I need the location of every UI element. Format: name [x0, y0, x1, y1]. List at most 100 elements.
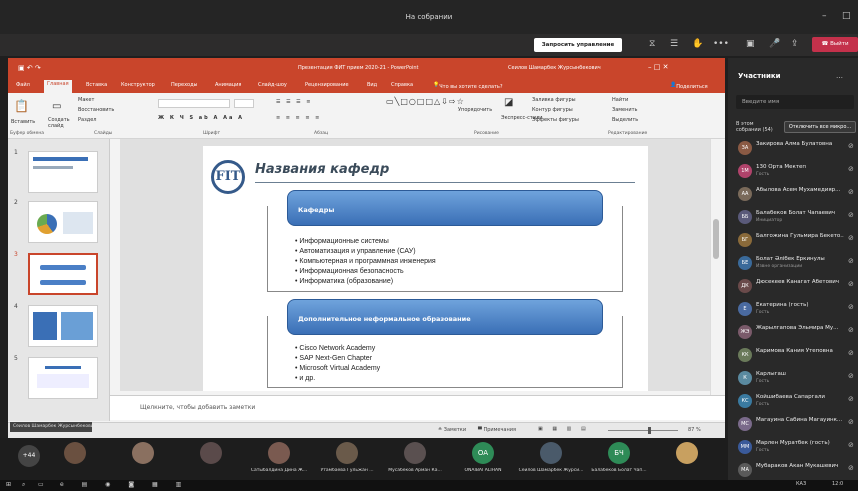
paragraph-list-icons[interactable]: ☰ ☰ ☰ ≡ [276, 99, 312, 105]
zoom-slider[interactable] [608, 430, 678, 431]
mic-muted-icon[interactable]: ⊘ [848, 280, 854, 288]
zoom-level[interactable]: 87 % [688, 427, 701, 433]
save-icon[interactable]: ▣ ↶ ↷ [18, 64, 41, 72]
share-icon[interactable]: ⇪ [791, 39, 799, 49]
font-format-icons[interactable]: Ж К Ч S ab А Аа А [158, 115, 244, 121]
paste-icon[interactable]: 📋 [14, 99, 29, 113]
mic-muted-icon[interactable]: ⊘ [848, 441, 854, 449]
slide-title[interactable]: Названия кафедр [255, 162, 389, 177]
raise-hand-icon[interactable]: ✋ [692, 39, 703, 49]
zoom-thumb[interactable] [648, 427, 651, 434]
reset-button[interactable]: Восстановить [78, 107, 114, 113]
tab-insert[interactable]: Вставка [86, 82, 107, 88]
mic-muted-icon[interactable]: ⊘ [848, 326, 854, 334]
mic-muted-icon[interactable]: ⊘ [848, 257, 854, 265]
pinned-apps-icons[interactable]: e ▤ ◉ ◙ ▦ ▥ [60, 481, 189, 488]
paragraph-align-icons[interactable]: ≡ ≡ ≡ ≡ ≡ [276, 115, 321, 121]
replace-button[interactable]: Заменить [612, 107, 638, 113]
mic-muted-icon[interactable]: ⊘ [848, 142, 854, 150]
mic-off-icon[interactable]: 🎤 [769, 39, 780, 49]
participant-row[interactable]: БЕ Болат Әлібек Еркинулы Извне организации… [736, 253, 858, 275]
comments-button[interactable]: ▀ Примечания [478, 427, 516, 433]
shapes-gallery-icon[interactable]: ▭╲□○□□△⇩⇨☆ [386, 97, 465, 106]
video-tile[interactable]: Сатыбалдина Дина Ж... [244, 440, 314, 478]
slide-thumbnail-1[interactable] [28, 151, 98, 193]
task-view-icon[interactable]: ▭ [38, 481, 44, 488]
slide-thumbnail-5[interactable] [28, 357, 98, 399]
video-tile[interactable]: Сеилов Шамарбек Журси... [516, 440, 586, 478]
video-tile[interactable]: БЧ Балабеков Болат Чап... [584, 440, 654, 478]
notes-toggle-button[interactable]: ≙ Заметки [438, 427, 466, 433]
box2-list[interactable]: • Cisco Network Academy • SAP Next-Gen C… [295, 344, 380, 384]
tab-view[interactable]: Вид [367, 82, 377, 88]
timer-icon[interactable]: ⧖ [649, 39, 655, 49]
panel-more-icon[interactable]: … [836, 72, 843, 80]
new-slide-button[interactable]: Создать слайд [48, 117, 72, 129]
mic-muted-icon[interactable]: ⊘ [848, 418, 854, 426]
shape-effects-button[interactable]: Эффекты фигуры [532, 117, 579, 123]
mic-muted-icon[interactable]: ⊘ [848, 211, 854, 219]
participant-row[interactable]: МС Магауина Сабина Магауинк... ⊘ [736, 414, 858, 436]
font-size-select[interactable] [234, 99, 254, 108]
participant-row[interactable]: КК Каримова Кания Утеповна ⊘ [736, 345, 858, 367]
language-indicator[interactable]: КАЗ [796, 481, 806, 487]
paste-button[interactable]: Вставить [11, 119, 35, 125]
mute-all-button[interactable]: Отключить все микро... [784, 121, 856, 133]
ppt-window-controls-icon[interactable]: – □ ✕ [648, 63, 668, 71]
video-tile[interactable] [40, 440, 110, 478]
more-options-icon[interactable]: ••• [713, 39, 729, 49]
find-button[interactable]: Найти [612, 97, 628, 103]
layout-button[interactable]: Макет [78, 97, 94, 103]
new-slide-icon[interactable]: ▭ [52, 101, 61, 112]
tab-slideshow[interactable]: Слайд-шоу [258, 82, 287, 88]
view-buttons-icon[interactable]: ▣ ▦ ▥ ▤ [538, 426, 590, 432]
participant-row[interactable]: КС Койшибаева Сапаргали Гость ⊘ [736, 391, 858, 413]
participant-row[interactable]: К Карлыгаш Гость ⊘ [736, 368, 858, 390]
mic-muted-icon[interactable]: ⊘ [848, 395, 854, 403]
participant-row[interactable]: ЗА Закирова Алма Булатовна ⊘ [736, 138, 858, 160]
mic-muted-icon[interactable]: ⊘ [848, 234, 854, 242]
font-name-select[interactable] [158, 99, 230, 108]
section-button[interactable]: Раздел [78, 117, 96, 123]
tell-me-input[interactable]: 💡 Что вы хотите сделать? [433, 82, 503, 90]
chat-icon[interactable]: ☰ [670, 39, 678, 49]
request-control-button[interactable]: Запросить управление [534, 38, 622, 52]
video-tile[interactable]: Мусабеков Арман Ка... [380, 440, 450, 478]
search-icon[interactable]: ⌕ [22, 481, 25, 489]
tab-transitions[interactable]: Переходы [171, 82, 198, 88]
participant-row[interactable]: 1М 130 Орта Мектеп Гость ⊘ [736, 161, 858, 183]
leave-button[interactable]: ☎ Выйти [812, 37, 858, 52]
video-tile[interactable] [652, 440, 722, 478]
arrange-button[interactable]: Упорядочить [458, 107, 492, 113]
slide-thumbnail-4[interactable] [28, 305, 98, 347]
maximize-icon[interactable]: □ [842, 11, 851, 21]
tab-home[interactable]: Главная [44, 80, 72, 93]
participant-row[interactable]: ББ Балабеков Болат Чапаевич Инициатор ⊘ [736, 207, 858, 229]
slide-canvas[interactable]: FIT Названия кафедр Кафедры • Информацио… [203, 146, 648, 391]
video-tile[interactable] [176, 440, 246, 478]
share-button[interactable]: 👤 Поделиться [670, 82, 708, 90]
participant-row[interactable]: ЖЭ Жарылгапова Эльмира Му... ⊘ [736, 322, 858, 344]
participant-row[interactable]: БГ Балгожина Гульмира Бекето... ⊘ [736, 230, 858, 252]
shape-fill-button[interactable]: Заливка фигуры [532, 97, 576, 103]
tab-animations[interactable]: Анимация [215, 82, 241, 88]
more-participants-badge[interactable]: +44 [18, 445, 40, 467]
video-tile[interactable] [108, 440, 178, 478]
minimize-icon[interactable]: – [822, 11, 827, 21]
participant-row[interactable]: ДК Дюсекеев Канагат Абетович ⊘ [736, 276, 858, 298]
tab-design[interactable]: Конструктор [121, 82, 155, 88]
quick-styles-icon[interactable]: ◪ [504, 97, 513, 108]
tab-file[interactable]: Файл [16, 82, 30, 88]
mic-muted-icon[interactable]: ⊘ [848, 372, 854, 380]
video-tile[interactable]: OA ONAIBAI ALIHAN [448, 440, 518, 478]
tab-help[interactable]: Справка [391, 82, 413, 88]
participant-row[interactable]: Е Екатерина (гость) Гость ⊘ [736, 299, 858, 321]
mic-muted-icon[interactable]: ⊘ [848, 303, 854, 311]
start-icon[interactable]: ⊞ [6, 481, 11, 488]
video-tile[interactable]: Утамбаева Гульжан ... [312, 440, 382, 478]
box1-list[interactable]: • Информационные системы • Автоматизация… [295, 237, 436, 287]
box1-header[interactable]: Кафедры [287, 190, 603, 226]
participant-search-input[interactable]: Введите имя [736, 95, 854, 109]
participant-row[interactable]: АА Абылова Асем Мухамедияр... ⊘ [736, 184, 858, 206]
participant-row[interactable]: ММ Марлен Муратбек (гость) Гость ⊘ [736, 437, 858, 459]
